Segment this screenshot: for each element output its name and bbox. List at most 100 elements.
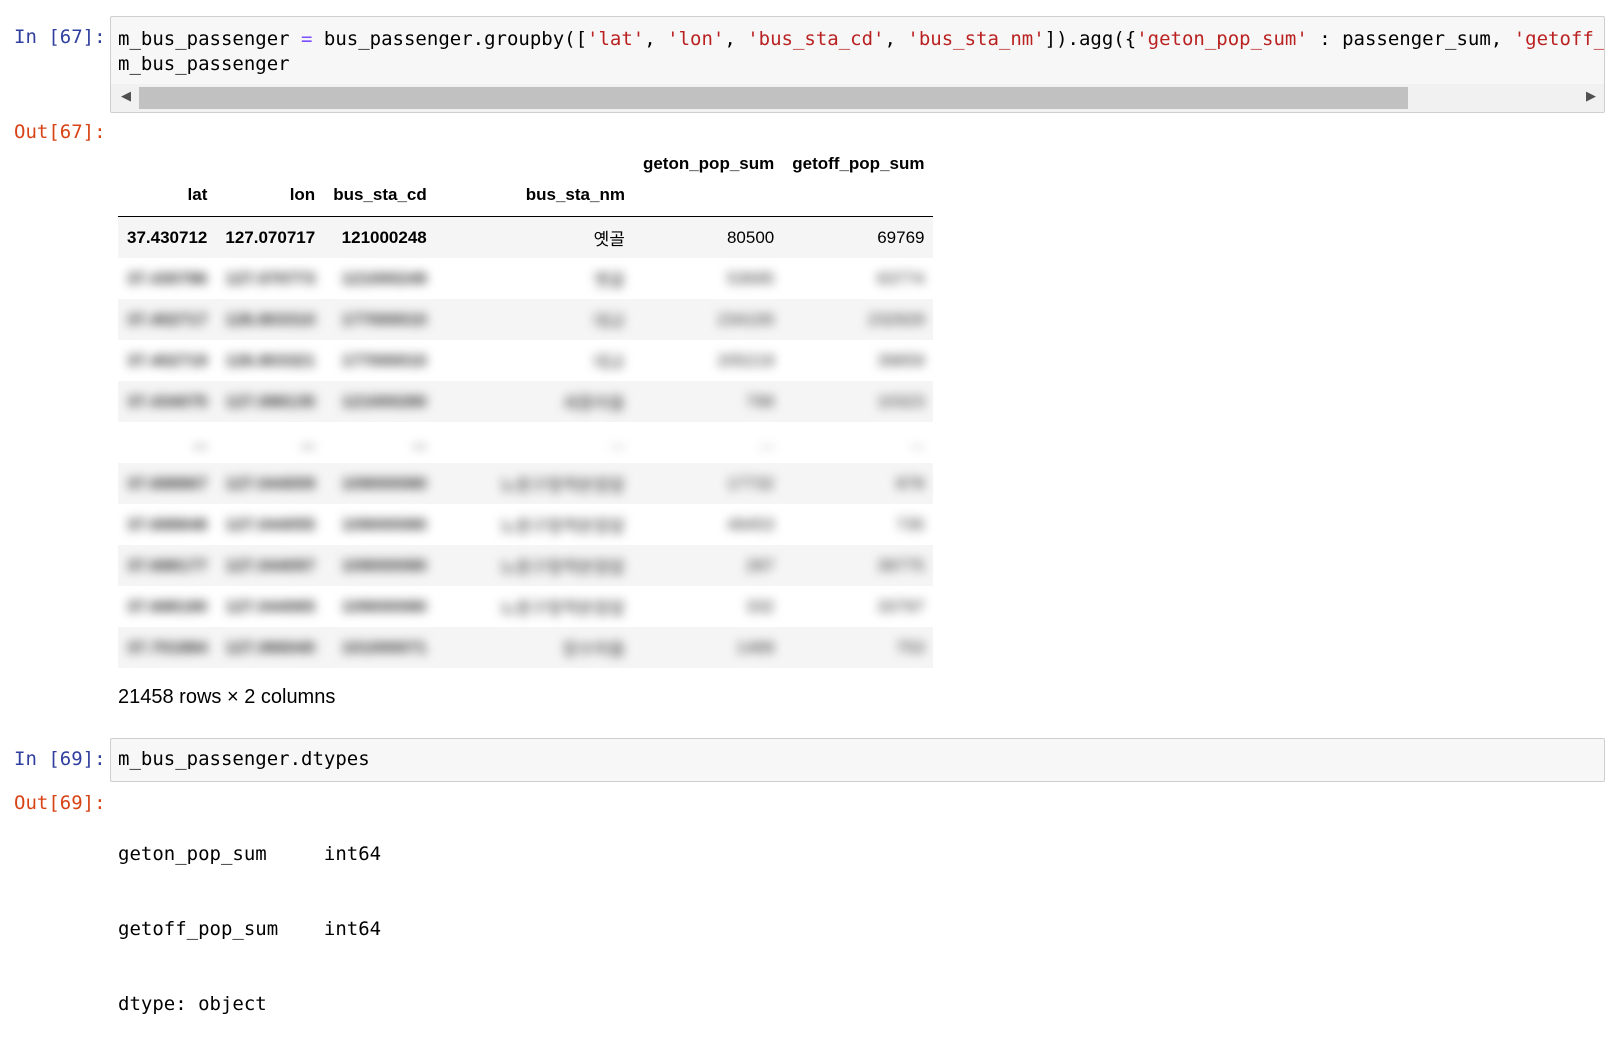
index-cell: 37.688177: [127, 555, 208, 575]
index-cell: 127.070717: [225, 227, 316, 247]
code-line[interactable]: m_bus_passenger: [118, 52, 1604, 77]
index-cell: 109000080: [341, 473, 427, 493]
index-cell: 126.803321: [225, 350, 316, 370]
code-line[interactable]: m_bus_passenger = bus_passenger.groupby(…: [118, 27, 1604, 52]
value-cell: 878: [896, 473, 925, 493]
column-header-getoff: getoff_pop_sum: [792, 154, 925, 173]
value-cell: 799: [745, 391, 775, 411]
index-cell: 127.088135: [225, 391, 316, 411]
index-cell: 대교: [593, 353, 625, 372]
cell-67-in-prompt: In [67]:: [14, 26, 106, 48]
index-cell: 109000080: [341, 596, 427, 616]
value-cell: 33797: [877, 596, 925, 616]
index-cell: 109000080: [341, 514, 427, 534]
value-cell: 17732: [726, 473, 775, 493]
index-cell: 37.434075: [127, 391, 208, 411]
value-cell: 1489: [736, 637, 775, 657]
index-cell: 장수마을: [562, 640, 625, 659]
dtypes-output: geton_pop_sum int64 getoff_pop_sum int64…: [118, 792, 381, 1042]
index-name-bus-sta-cd: bus_sta_cd: [324, 174, 436, 217]
value-cell: 39859: [877, 350, 925, 370]
table-row: 37.688867 127.044009 109000080 노원구청역본점앞 1773…: [118, 463, 934, 504]
index-cell: 노원구청역본점앞: [499, 599, 625, 618]
cell-69-in-prompt: In [69]:: [14, 748, 106, 770]
index-cell: 121000248: [341, 227, 427, 247]
value-cell: 39775: [877, 555, 925, 575]
rows-info: 21458 rows × 2 columns: [118, 686, 336, 708]
table-row: 37.430786 127.070773 121000249 옛골 53695 63774: [118, 258, 933, 299]
table-row: 37.688180 127.044065 109000080 노원구청역본점앞 332 3…: [118, 586, 933, 627]
column-header-geton: geton_pop_sum: [642, 154, 775, 173]
value-cell: ...: [760, 432, 775, 452]
index-cell: 37.402719: [127, 350, 208, 370]
value-cell: 69769: [877, 227, 925, 247]
index-cell: 37.688848: [127, 514, 208, 534]
index-cell: 127.070773: [225, 268, 316, 288]
index-name-bus-sta-nm: bus_sta_nm: [435, 174, 634, 217]
index-cell: 대교: [593, 312, 625, 331]
table-row: 37.402719 126.803321 177000010 대교 205219 3985…: [118, 340, 933, 381]
scroll-right-arrow-icon[interactable]: ▶: [1586, 89, 1596, 104]
index-cell: 127.044065: [225, 596, 316, 616]
dtypes-line: dtype: object: [118, 993, 267, 1015]
cell-67-out-prompt: Out[67]:: [14, 121, 106, 143]
index-cell: ...: [610, 432, 625, 452]
index-cell: 121000280: [341, 391, 427, 411]
index-cell: ...: [301, 432, 316, 452]
index-cell: 127.044097: [225, 555, 316, 575]
value-cell: 10323: [877, 391, 925, 411]
cell-69-code-editor[interactable]: m_bus_passenger.dtypes: [110, 738, 1605, 782]
value-cell: 63774: [877, 268, 925, 288]
dtypes-line: getoff_pop_sum int64: [118, 918, 382, 940]
index-cell: 127.044009: [225, 473, 316, 493]
value-cell: 49453: [726, 514, 775, 534]
index-cell: 노원구청역본점앞: [499, 476, 625, 495]
index-cell: 37.688180: [127, 596, 208, 616]
value-cell: 287: [745, 555, 775, 575]
index-cell: 127.066040: [225, 637, 316, 657]
table-row: 37.688177 127.044097 109000080 노원구청역본점앞 287 3…: [118, 545, 934, 586]
index-cell: 121000249: [341, 268, 427, 288]
index-cell: 126.803310: [225, 309, 316, 329]
table-row: 37.701884 127.066040 101000071 장수마을 1489 753: [118, 627, 934, 668]
index-name-lat: lat: [118, 174, 217, 217]
dtypes-line: geton_pop_sum int64: [118, 843, 382, 865]
index-cell: 노원구청역본점앞: [499, 517, 625, 536]
index-cell: ...: [193, 432, 208, 452]
index-cell: 177000010: [341, 350, 427, 370]
index-cell: 37.688867: [127, 473, 208, 493]
index-name-lon: lon: [216, 174, 325, 217]
table-row: 37.430712 127.070717 121000248 옛골 80500 69769: [118, 216, 934, 258]
scrollbar-thumb[interactable]: [139, 87, 1408, 109]
index-cell: 37.430786: [127, 268, 208, 288]
index-cell: ...: [412, 432, 427, 452]
value-cell: 735: [896, 514, 925, 534]
index-cell: 옛골: [593, 230, 625, 249]
index-cell: 101000071: [341, 637, 427, 657]
cell-67-code-editor[interactable]: m_bus_passenger = bus_passenger.groupby(…: [110, 16, 1605, 113]
index-cell: 177000010: [341, 309, 427, 329]
index-cell: 109000080: [341, 555, 427, 575]
cell-67-code[interactable]: m_bus_passenger = bus_passenger.groupby(…: [111, 17, 1604, 77]
index-header-row: lat lon bus_sta_cd bus_sta_nm: [118, 174, 934, 217]
table-row: ..................: [118, 422, 933, 463]
value-cell: 234100: [717, 309, 775, 329]
index-cell: 옛골: [593, 271, 625, 290]
cell-69-code[interactable]: m_bus_passenger.dtypes: [111, 739, 1604, 772]
value-cell: 205219: [717, 350, 775, 370]
table-row: 37.402717 126.803310 177000010 대교 234100 2329…: [118, 299, 934, 340]
index-cell: 37.402717: [127, 309, 208, 329]
index-cell: 노원구청역본점앞: [499, 558, 625, 577]
scroll-left-arrow-icon[interactable]: ◀: [121, 89, 131, 104]
horizontal-scrollbar[interactable]: ◀ ▶: [111, 84, 1604, 112]
column-header-row: geton_pop_sum getoff_pop_sum: [118, 142, 933, 174]
value-cell: 753: [896, 637, 925, 657]
table-row: 37.688848 127.044055 109000080 노원구청역본점앞 4945…: [118, 504, 933, 545]
index-cell: 127.044055: [225, 514, 316, 534]
value-cell: 53695: [726, 268, 775, 288]
cell-69-out-prompt: Out[69]:: [14, 792, 106, 814]
index-cell: 세종마을: [562, 394, 625, 413]
value-cell: ...: [910, 432, 925, 452]
value-cell: 332: [745, 596, 775, 616]
value-cell: 80500: [726, 227, 775, 247]
